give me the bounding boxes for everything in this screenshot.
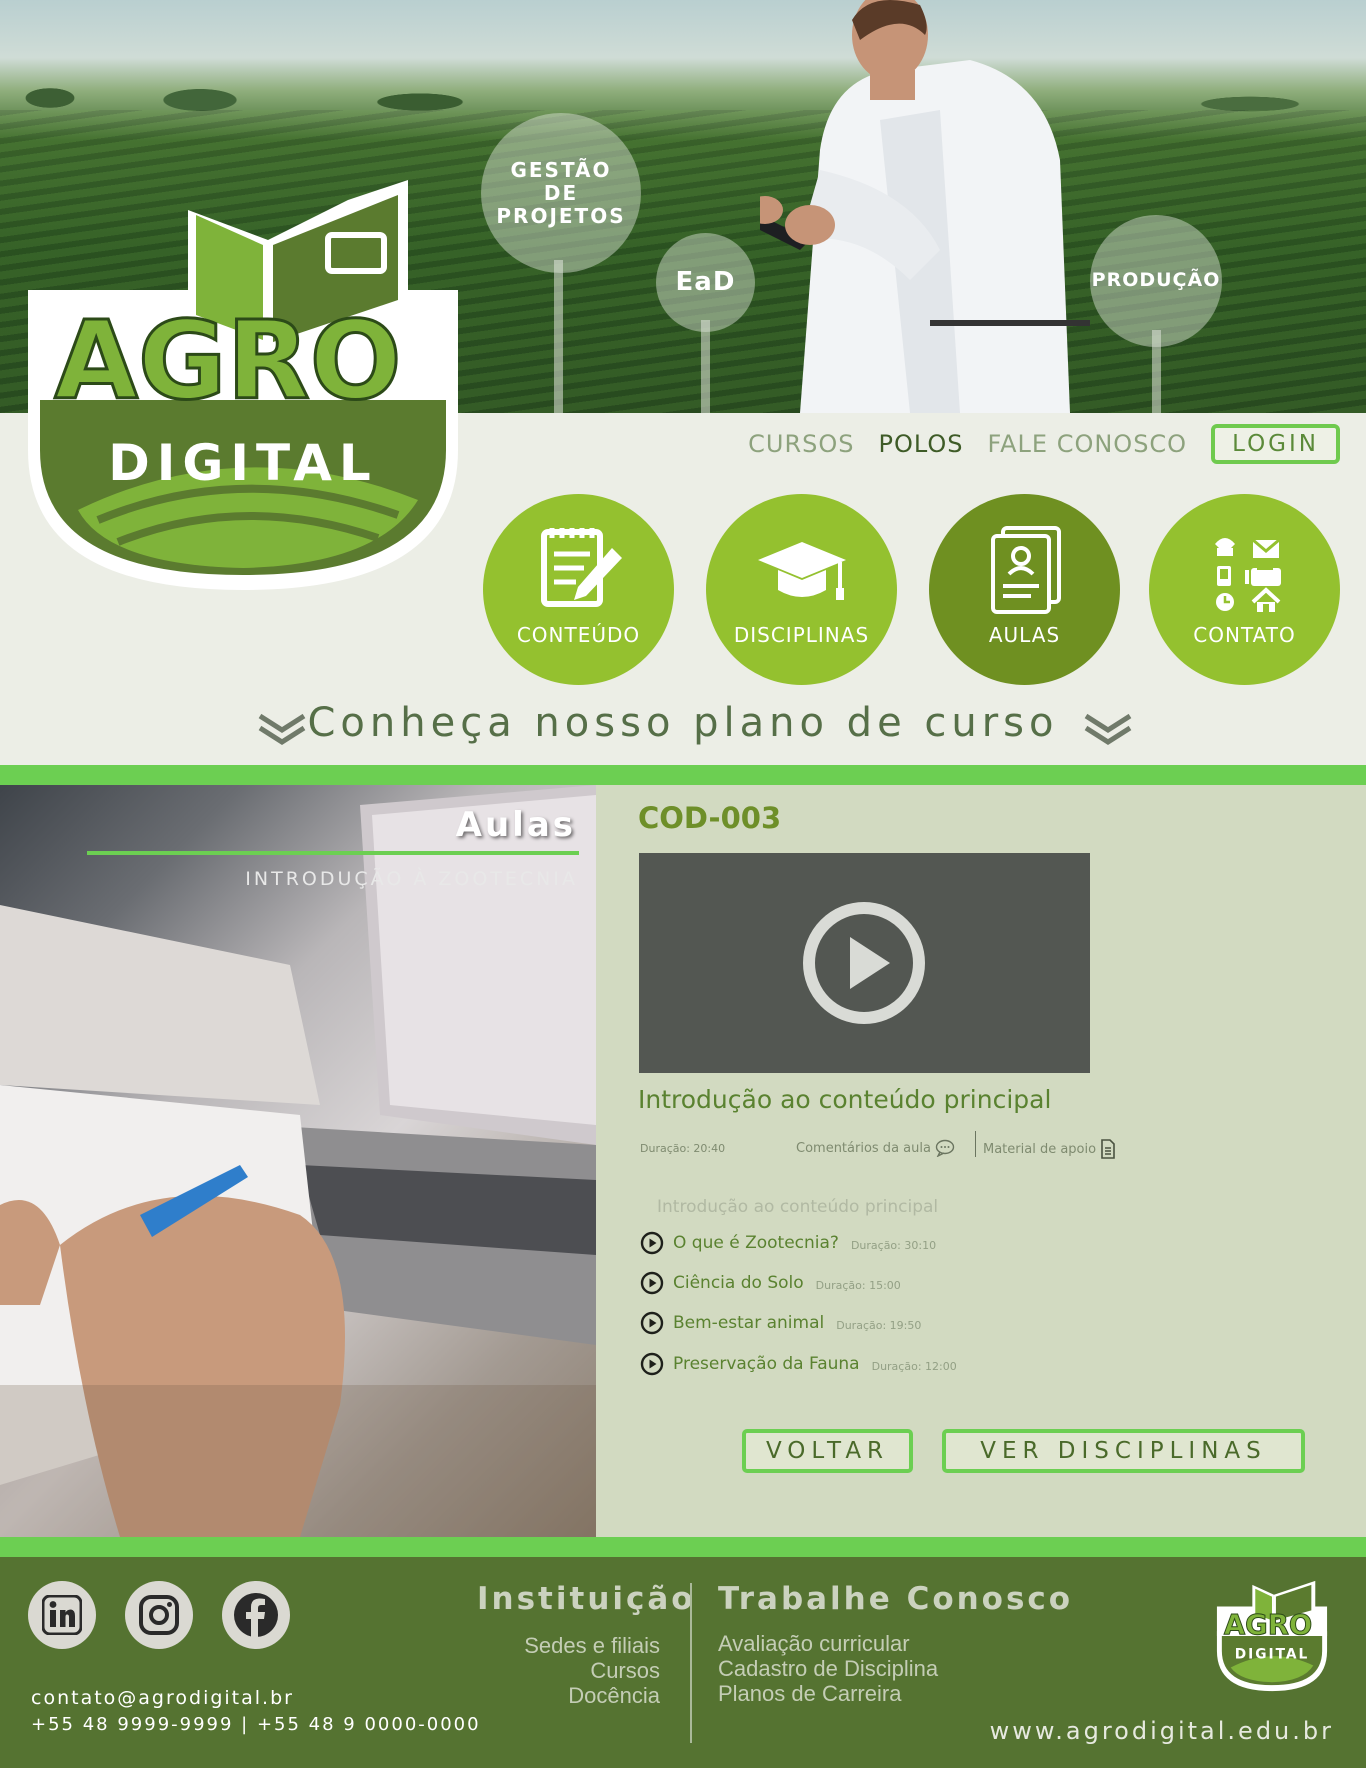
facebook-link[interactable] (222, 1581, 290, 1649)
fax-icon (1244, 564, 1281, 586)
video-duration: Duração: 20:40 (640, 1142, 726, 1155)
careers-title: Trabalhe Conosco (718, 1581, 1074, 1617)
banner-title: Aulas (455, 805, 576, 845)
lesson-name: Bem-estar animal (673, 1313, 825, 1333)
banner-underline (87, 851, 579, 855)
logo-agro-text: AGRO (54, 299, 401, 424)
contact-phones: +55 48 9999-9999 | +55 48 9 0000-0000 (31, 1714, 481, 1735)
agro-digital-logo[interactable]: AGRO DIGITAL (18, 170, 468, 610)
laptop-writing-illustration (0, 785, 596, 1537)
chevron-down-icon (1084, 713, 1132, 745)
bubble-ead[interactable]: EaD (656, 233, 755, 332)
play-icon[interactable] (802, 901, 926, 1025)
top-navigation: CURSOS POLOS FALE CONOSCO LOGIN (748, 424, 1340, 464)
section-button-conteudo[interactable]: CONTEÚDO (483, 494, 674, 685)
bubble-stem (701, 320, 710, 413)
lesson-item[interactable]: Preservação da Fauna Duração: 12:00 (640, 1352, 957, 1376)
lesson-item[interactable]: O que é Zootecnia? Duração: 30:10 (640, 1231, 936, 1255)
careers-link[interactable]: Cadastro de Disciplina (718, 1656, 938, 1681)
banner-subtitle: INTRODUÇÃO À ZOOTECNIA (245, 868, 578, 890)
laptop-photo-panel: Aulas INTRODUÇÃO À ZOOTECNIA (0, 785, 596, 1537)
nav-link-fale-conosco[interactable]: FALE CONOSCO (988, 430, 1188, 458)
lesson-item[interactable]: Bem-estar animal Duração: 19:50 (640, 1311, 921, 1335)
bubble-stem (554, 260, 563, 413)
agro-digital-logo-small[interactable]: AGRO DIGITAL (1213, 1577, 1331, 1695)
section-button-disciplinas[interactable]: DISCIPLINAS (706, 494, 897, 685)
section-label: AULAS (988, 623, 1061, 647)
phone-icon (1214, 538, 1235, 556)
play-circle-icon (640, 1311, 664, 1335)
lesson-panel: COD-003 Introdução ao conteúdo principal… (596, 785, 1366, 1537)
institution-title: Instituição (477, 1581, 696, 1617)
lesson-duration: Duração: 19:50 (836, 1318, 922, 1332)
lesson-duration: Duração: 30:10 (850, 1238, 937, 1252)
nav-link-polos[interactable]: POLOS (879, 430, 964, 458)
careers-link[interactable]: Avaliação curricular (718, 1631, 910, 1656)
comments-link[interactable]: Comentários da aula (796, 1139, 955, 1157)
facebook-icon (234, 1593, 278, 1637)
instagram-link[interactable] (125, 1581, 193, 1649)
institution-link[interactable]: Cursos (590, 1658, 660, 1683)
clock-icon (1215, 593, 1234, 611)
logo-digital-text: DIGITAL (1235, 1647, 1309, 1663)
section-label: CONTEÚDO (516, 623, 641, 647)
document-icon (1101, 1139, 1115, 1159)
careers-link[interactable]: Planos de Carreira (718, 1681, 901, 1706)
home-icon (1251, 587, 1280, 612)
instagram-icon (139, 1595, 179, 1635)
play-circle-icon (640, 1231, 664, 1255)
plan-heading: Conheça nosso plano de curso (307, 700, 1059, 746)
bubble-label: GESTÃO DE PROJETOS (496, 157, 626, 228)
back-button[interactable]: VOLTAR (742, 1429, 913, 1473)
contact-icons-grid (1214, 538, 1281, 612)
contact-email[interactable]: contato@agrodigital.br (31, 1687, 294, 1709)
logo-agro-text: AGRO (1224, 1609, 1312, 1641)
section-button-contato[interactable]: CONTATO (1149, 494, 1340, 685)
institution-link[interactable]: Docência (568, 1683, 660, 1708)
meta-divider (975, 1131, 976, 1157)
lesson-item[interactable]: Ciência do Solo Duração: 15:00 (640, 1271, 901, 1295)
play-circle-icon (640, 1271, 664, 1295)
notepad-pencil-icon (540, 528, 622, 607)
lesson-duration: Duração: 15:00 (815, 1278, 901, 1292)
mobile-icon (1216, 566, 1231, 586)
bubble-label: EaD (675, 266, 736, 297)
login-button[interactable]: LOGIN (1211, 424, 1340, 464)
divider-bar (0, 1537, 1366, 1557)
bubble-gestao-projetos[interactable]: GESTÃO DE PROJETOS (481, 113, 641, 273)
nav-link-cursos[interactable]: CURSOS (748, 430, 854, 458)
video-title: Introdução ao conteúdo principal (638, 1085, 1052, 1114)
hero-man-illustration (760, 0, 1090, 413)
lesson-name: Ciência do Solo (673, 1273, 804, 1293)
play-circle-icon (640, 1352, 664, 1376)
lesson-name: Preservação da Fauna (673, 1354, 860, 1374)
mail-icon (1251, 538, 1280, 558)
section-label: CONTATO (1193, 623, 1296, 647)
graduation-cap-icon (757, 542, 846, 600)
section-button-aulas[interactable]: AULAS (929, 494, 1120, 685)
footer: contato@agrodigital.br +55 48 9999-9999 … (0, 1557, 1366, 1768)
lesson-list-heading: Introdução ao conteúdo principal (657, 1197, 939, 1217)
material-label: Material de apoio (983, 1141, 1097, 1157)
linkedin-icon (42, 1595, 82, 1635)
lesson-code: COD-003 (638, 801, 782, 835)
website-url[interactable]: www.agrodigital.edu.br (990, 1717, 1334, 1745)
speech-bubble-icon (935, 1139, 955, 1157)
material-link[interactable]: Material de apoio (983, 1139, 1116, 1159)
lesson-name: O que é Zootecnia? (673, 1233, 839, 1253)
bubble-producao[interactable]: PRODUÇÃO (1090, 215, 1222, 347)
footer-divider (690, 1583, 692, 1743)
logo-digital-text: DIGITAL (108, 434, 378, 492)
id-document-icon (990, 526, 1061, 614)
institution-link[interactable]: Sedes e filiais (524, 1633, 660, 1658)
bubble-label: PRODUÇÃO (1091, 269, 1221, 292)
linkedin-link[interactable] (28, 1581, 96, 1649)
lesson-duration: Duração: 12:00 (871, 1359, 957, 1373)
view-disciplines-button[interactable]: VER DISCIPLINAS (942, 1429, 1305, 1473)
section-label: DISCIPLINAS (733, 623, 870, 647)
divider-bar (0, 765, 1366, 785)
comments-label: Comentários da aula (796, 1140, 931, 1156)
video-player[interactable] (639, 853, 1090, 1073)
